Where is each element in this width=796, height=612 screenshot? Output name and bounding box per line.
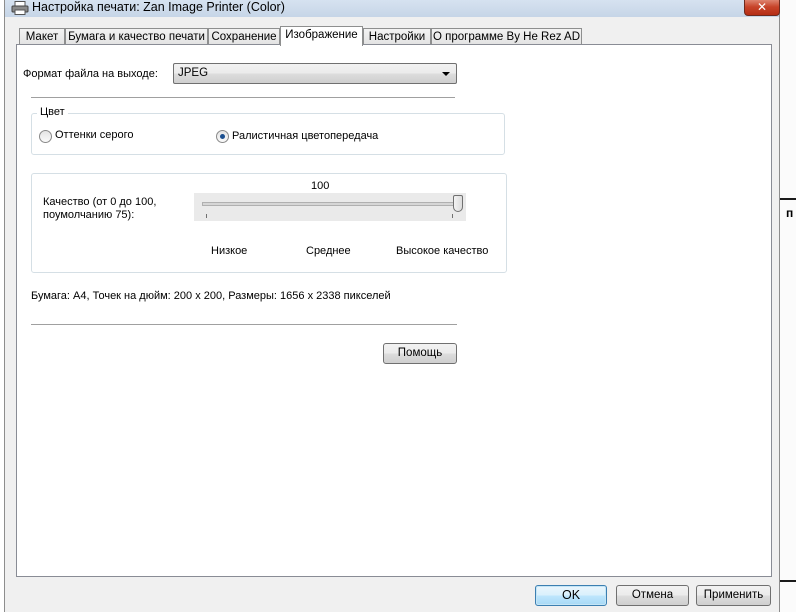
slider-tick bbox=[206, 214, 207, 218]
slider-thumb[interactable] bbox=[453, 195, 463, 212]
chevron-down-icon bbox=[442, 72, 450, 76]
slider-track bbox=[202, 202, 460, 206]
close-button[interactable]: ✕ bbox=[744, 0, 780, 16]
realistic-color-label[interactable]: Ралистичная цветопередача bbox=[232, 130, 378, 142]
grayscale-label[interactable]: Оттенки серого bbox=[55, 129, 133, 141]
realistic-color-radio[interactable] bbox=[216, 130, 229, 143]
quality-groupbox bbox=[31, 173, 507, 273]
tab-about[interactable]: О программе By He Rez AD bbox=[431, 28, 582, 44]
background-text-fragment: п bbox=[786, 206, 794, 220]
quality-high-label: Высокое качество bbox=[396, 245, 489, 257]
tab-settings[interactable]: Настройки bbox=[363, 28, 431, 44]
title-bar[interactable]: Настройка печати: Zan Image Printer (Col… bbox=[5, 0, 780, 17]
tab-paper-quality[interactable]: Бумага и качество печати bbox=[65, 28, 208, 44]
radio-selected-dot bbox=[220, 134, 225, 139]
paper-info-text: Бумага: A4, Точек на дюйм: 200 x 200, Ра… bbox=[31, 290, 391, 302]
tab-layout[interactable]: Макет bbox=[19, 28, 65, 44]
quality-low-label: Низкое bbox=[211, 245, 248, 257]
cancel-button[interactable]: Отмена bbox=[616, 585, 689, 606]
format-label: Формат файла на выходе: bbox=[23, 68, 158, 80]
quality-value: 100 bbox=[311, 180, 330, 192]
grayscale-radio[interactable] bbox=[39, 130, 52, 143]
ok-button[interactable]: OK bbox=[535, 585, 607, 606]
slider-tick bbox=[452, 214, 453, 218]
print-settings-dialog: Настройка печати: Zan Image Printer (Col… bbox=[4, 0, 780, 612]
quality-label-line2: поумолчанию 75): bbox=[43, 209, 135, 221]
quality-slider[interactable] bbox=[194, 193, 466, 221]
help-button[interactable]: Помощь bbox=[383, 343, 457, 364]
background-divider bbox=[780, 580, 796, 582]
divider bbox=[31, 97, 455, 99]
quality-mid-label: Среднее bbox=[306, 245, 351, 257]
printer-icon bbox=[11, 1, 29, 15]
format-select[interactable]: JPEG bbox=[173, 63, 457, 84]
tab-saving[interactable]: Сохранение bbox=[208, 28, 280, 44]
window-title: Настройка печати: Zan Image Printer (Col… bbox=[32, 0, 285, 14]
divider bbox=[31, 324, 457, 326]
color-group-title: Цвет bbox=[37, 106, 68, 118]
quality-label-line1: Качество (от 0 до 100, bbox=[43, 196, 157, 208]
close-icon: ✕ bbox=[756, 0, 768, 14]
background-window-strip: п bbox=[780, 0, 796, 612]
image-tab-panel: Формат файла на выходе: JPEG Цвет Оттенк… bbox=[16, 44, 772, 577]
apply-button[interactable]: Применить bbox=[696, 585, 771, 606]
format-select-value: JPEG bbox=[178, 67, 209, 79]
background-divider bbox=[780, 198, 796, 200]
tab-image[interactable]: Изображение bbox=[280, 26, 363, 46]
